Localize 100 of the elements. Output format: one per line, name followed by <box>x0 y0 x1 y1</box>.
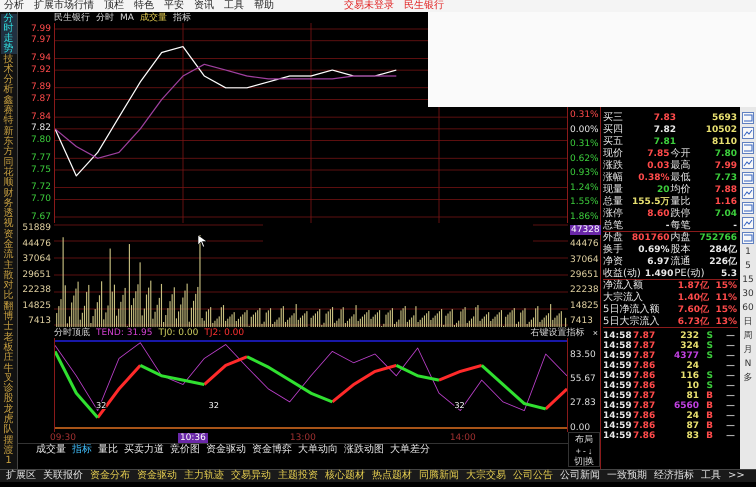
tick-price: 7.87 <box>633 351 656 361</box>
close-button[interactable]: × <box>590 328 600 338</box>
menu-item[interactable]: 分析 <box>4 0 24 12</box>
tick-mark: — <box>725 421 735 431</box>
chart-tool-icon[interactable] <box>742 202 754 214</box>
indicator-tab[interactable]: 涨跌动图 <box>344 444 384 456</box>
bottom-tab[interactable]: 交易异动 <box>231 470 271 482</box>
bottom-tab[interactable]: 核心题材 <box>325 470 365 482</box>
chart-tool-icon[interactable] <box>742 232 754 244</box>
side-tab[interactable]: 牛叉诊股 <box>0 364 16 404</box>
bottom-tab[interactable]: 公司新闻 <box>560 470 600 482</box>
volume-label: 14825 <box>570 300 600 312</box>
chart-option[interactable]: 分时 <box>96 11 114 24</box>
tick-side: B <box>705 401 713 411</box>
indicator-tab[interactable]: 指标 <box>72 444 92 456</box>
tick-mark: — <box>725 371 735 381</box>
chart-tool-icon[interactable] <box>742 172 754 184</box>
period-button[interactable]: 30 <box>742 289 754 300</box>
side-tab[interactable]: 翻博士 <box>0 302 16 332</box>
chart-option[interactable]: MA <box>120 12 134 22</box>
period-button[interactable]: 1 <box>745 247 751 258</box>
chart-option[interactable]: 成交量 <box>140 11 167 24</box>
period-button[interactable]: 月 <box>744 345 752 356</box>
tick-side: S <box>706 331 713 341</box>
price-label: 7.82 <box>30 123 51 134</box>
bottom-tab[interactable]: 资金驱动 <box>137 470 177 482</box>
volume-label: 14825 <box>22 300 51 312</box>
period-button[interactable]: N <box>744 359 752 370</box>
volume-label: 7413 <box>28 316 51 327</box>
chart-tool-icon[interactable] <box>742 157 754 169</box>
volume-label: 29651 <box>570 270 600 281</box>
layout-key[interactable]: ↓ <box>586 446 594 456</box>
chart-tool-icon[interactable] <box>742 142 754 154</box>
menu-item[interactable]: 特色 <box>134 0 154 12</box>
indicator-tab[interactable]: 量比 <box>98 444 118 456</box>
layout-key[interactable]: - <box>582 446 587 456</box>
bottom-tab[interactable]: 一致预期 <box>607 470 647 482</box>
switch-button[interactable]: 切|换 <box>572 456 596 466</box>
indicator-tab[interactable]: 资金博弈 <box>252 444 292 456</box>
menu-item[interactable]: 帮助 <box>254 0 274 12</box>
side-tab[interactable]: 同花顺 <box>0 158 16 188</box>
bottom-tab[interactable]: 工具 <box>701 470 721 482</box>
side-tab[interactable]: 新东方 <box>0 127 16 157</box>
indicator-tab[interactable]: 资金驱动 <box>206 444 246 456</box>
bottom-tab[interactable]: 公司公告 <box>513 470 553 482</box>
period-button[interactable]: 周 <box>744 331 752 342</box>
chart-tool-icon[interactable] <box>742 127 754 139</box>
chart-tool-icon[interactable] <box>742 112 754 124</box>
side-tab[interactable]: 龙虎队 <box>0 405 16 435</box>
indicator-tab[interactable]: 大单动向 <box>298 444 338 456</box>
chart-tool-icon[interactable] <box>742 187 754 199</box>
side-tab[interactable]: 主散对比 <box>0 261 16 301</box>
chart-option[interactable]: 指标 <box>172 11 191 24</box>
stat-value: 752766 <box>698 232 738 244</box>
side-tab[interactable]: 鑫赛特 <box>0 96 16 126</box>
period-button[interactable]: 日 <box>744 317 752 328</box>
side-tab[interactable]: 财务透视 <box>0 189 16 229</box>
stat-value: 7.85 <box>646 148 670 160</box>
side-tab[interactable]: 摆渡1 <box>0 436 16 466</box>
stat-value: 6.97 <box>646 256 670 268</box>
menu-item[interactable]: 工具 <box>224 0 244 12</box>
bid-volume: 8110 <box>710 136 738 148</box>
tick-volume: 24 <box>685 411 699 421</box>
bid-price: 7.83 <box>652 112 677 124</box>
layout-key[interactable]: + <box>574 446 582 456</box>
tick-side: S <box>706 341 713 351</box>
bottom-tab[interactable]: 资金分布 <box>90 470 130 482</box>
bottom-tab[interactable]: 关联报价 <box>43 470 83 482</box>
menu-item[interactable]: 顶栏 <box>104 0 124 12</box>
flow-percent: 15% <box>714 304 738 316</box>
bottom-tab[interactable]: 扩展区 <box>6 470 36 482</box>
menu-item[interactable]: 资讯 <box>194 0 214 12</box>
period-button[interactable]: 5 <box>745 261 751 272</box>
bottom-tab[interactable]: 经济指标 <box>654 470 694 482</box>
indicator-tab[interactable]: 大单差分 <box>390 444 430 456</box>
tick-time: 14:58 <box>603 331 633 341</box>
stat-value: 5.3 <box>720 268 738 280</box>
bottom-tab[interactable]: 主题投资 <box>278 470 318 482</box>
indicator-tab[interactable]: 成交量 <box>36 444 66 456</box>
period-button[interactable]: 60 <box>742 303 754 314</box>
volume-label: 7413 <box>570 316 594 327</box>
percent-label: 1.55% <box>570 197 599 208</box>
chart-tool-icon[interactable] <box>742 217 754 229</box>
side-tab[interactable]: 资金流 <box>0 230 16 260</box>
bottom-tab[interactable]: 热点题材 <box>372 470 412 482</box>
side-tab[interactable]: 技术分析 <box>0 55 16 95</box>
period-button[interactable]: 15 <box>742 275 754 286</box>
flow-label: 5日净流入额 <box>603 304 660 316</box>
bottom-tab[interactable]: >> <box>728 470 745 482</box>
indicator-tab[interactable]: 买卖力道 <box>124 444 164 456</box>
bottom-tab[interactable]: 主力轨迹 <box>184 470 224 482</box>
bottom-tab[interactable]: 同腾新闻 <box>419 470 459 482</box>
side-tab[interactable]: 老板庄 <box>0 333 16 363</box>
period-button[interactable]: 多 <box>744 373 752 384</box>
tick-volume: 232 <box>679 331 699 341</box>
bottom-tab[interactable]: 大宗交易 <box>466 470 506 482</box>
side-tab[interactable]: 分时走势 <box>0 14 16 54</box>
bid-price: 7.81 <box>652 136 677 148</box>
tick-side: B <box>705 411 713 421</box>
indicator-tab[interactable]: 竞价图 <box>170 444 200 456</box>
